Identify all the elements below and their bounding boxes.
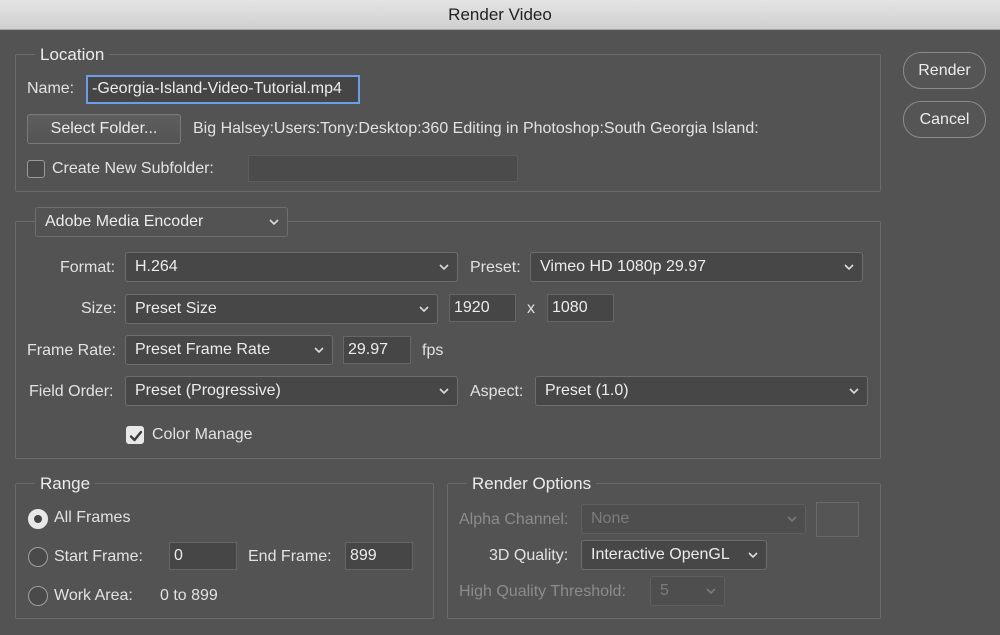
start-frame-radio[interactable] [28, 547, 48, 567]
chevron-down-icon [439, 253, 449, 281]
size-dropdown[interactable]: Preset Size [125, 294, 438, 324]
chevron-down-icon [314, 336, 324, 364]
chevron-down-icon [419, 295, 429, 323]
width-value: 1920 [454, 299, 490, 316]
preset-value: Vimeo HD 1080p 29.97 [540, 258, 707, 275]
work-area-value: 0 to 899 [160, 587, 218, 604]
chevron-down-icon [748, 541, 758, 569]
window-titlebar: Render Video [0, 0, 1000, 30]
chevron-down-icon [706, 577, 716, 605]
quality-dropdown[interactable]: Interactive OpenGL [581, 540, 767, 570]
subfolder-name-field[interactable] [248, 155, 518, 182]
preset-dropdown[interactable]: Vimeo HD 1080p 29.97 [530, 252, 863, 282]
name-field[interactable]: -Georgia-Island-Video-Tutorial.mp4 [86, 75, 360, 104]
all-frames-label[interactable]: All Frames [54, 509, 130, 527]
size-separator: x [527, 300, 535, 317]
all-frames-radio[interactable] [28, 509, 48, 529]
chevron-down-icon [849, 377, 859, 405]
fps-unit-label: fps [422, 342, 444, 359]
chevron-down-icon [844, 253, 854, 281]
quality-label: 3D Quality: [489, 547, 569, 564]
threshold-dropdown[interactable]: 5 [650, 576, 725, 606]
width-field[interactable]: 1920 [449, 294, 516, 322]
end-frame-field[interactable]: 899 [345, 542, 413, 570]
alpha-channel-dropdown[interactable]: None [581, 504, 806, 534]
start-frame-label[interactable]: Start Frame: [54, 548, 143, 566]
folder-path: Big Halsey:Users:Tony:Desktop:360 Editin… [193, 120, 759, 137]
encoder-dropdown[interactable]: Adobe Media Encoder [35, 207, 288, 237]
start-frame-value: 0 [174, 547, 183, 564]
name-label: Name: [27, 80, 75, 97]
height-field[interactable]: 1080 [547, 294, 614, 322]
work-area-radio[interactable] [28, 586, 48, 606]
fps-field[interactable]: 29.97 [343, 336, 411, 364]
encoder-value: Adobe Media Encoder [45, 213, 204, 230]
alpha-channel-value: None [591, 510, 630, 527]
color-manage-checkbox[interactable] [126, 426, 144, 444]
format-value: H.264 [135, 258, 178, 275]
aspect-label: Aspect: [470, 383, 524, 400]
chevron-down-icon [439, 377, 449, 405]
render-button-label: Render [918, 62, 971, 79]
preset-label: Preset: [470, 259, 521, 276]
name-field-value: -Georgia-Island-Video-Tutorial.mp4 [92, 80, 342, 97]
window-title: Render Video [448, 5, 552, 24]
end-frame-value: 899 [350, 547, 377, 564]
location-legend: Location [35, 45, 110, 65]
cancel-button-label: Cancel [919, 111, 970, 128]
frame-rate-label: Frame Rate: [27, 342, 116, 359]
format-label: Format: [60, 259, 116, 276]
format-dropdown[interactable]: H.264 [125, 252, 458, 282]
select-folder-button[interactable]: Select Folder... [27, 114, 181, 144]
color-manage-label[interactable]: Color Manage [152, 426, 253, 444]
render-options-legend: Render Options [467, 474, 597, 494]
create-subfolder-checkbox[interactable] [27, 160, 45, 178]
size-value: Preset Size [135, 300, 217, 317]
cancel-button[interactable]: Cancel [903, 101, 986, 138]
chevron-down-icon [269, 208, 279, 236]
aspect-dropdown[interactable]: Preset (1.0) [535, 376, 868, 406]
quality-value: Interactive OpenGL [591, 546, 730, 563]
threshold-value: 5 [660, 582, 669, 599]
size-label: Size: [81, 300, 117, 317]
threshold-label: High Quality Threshold: [459, 583, 626, 600]
chevron-down-icon [787, 505, 797, 533]
aspect-value: Preset (1.0) [545, 382, 629, 399]
field-order-dropdown[interactable]: Preset (Progressive) [125, 376, 458, 406]
alpha-color-swatch[interactable] [816, 502, 859, 537]
end-frame-label: End Frame: [248, 548, 332, 565]
work-area-label[interactable]: Work Area: [54, 587, 133, 605]
field-order-label: Field Order: [29, 383, 114, 400]
start-frame-field[interactable]: 0 [169, 542, 237, 570]
render-button[interactable]: Render [903, 52, 986, 89]
checkmark-icon [129, 430, 143, 442]
select-folder-label: Select Folder... [50, 120, 158, 137]
alpha-channel-label: Alpha Channel: [459, 511, 569, 528]
frame-rate-dropdown[interactable]: Preset Frame Rate [125, 335, 333, 365]
height-value: 1080 [552, 299, 588, 316]
frame-rate-value: Preset Frame Rate [135, 341, 271, 358]
range-legend: Range [35, 474, 96, 494]
fps-value: 29.97 [348, 341, 389, 358]
create-subfolder-label[interactable]: Create New Subfolder: [52, 160, 214, 178]
field-order-value: Preset (Progressive) [135, 382, 281, 399]
